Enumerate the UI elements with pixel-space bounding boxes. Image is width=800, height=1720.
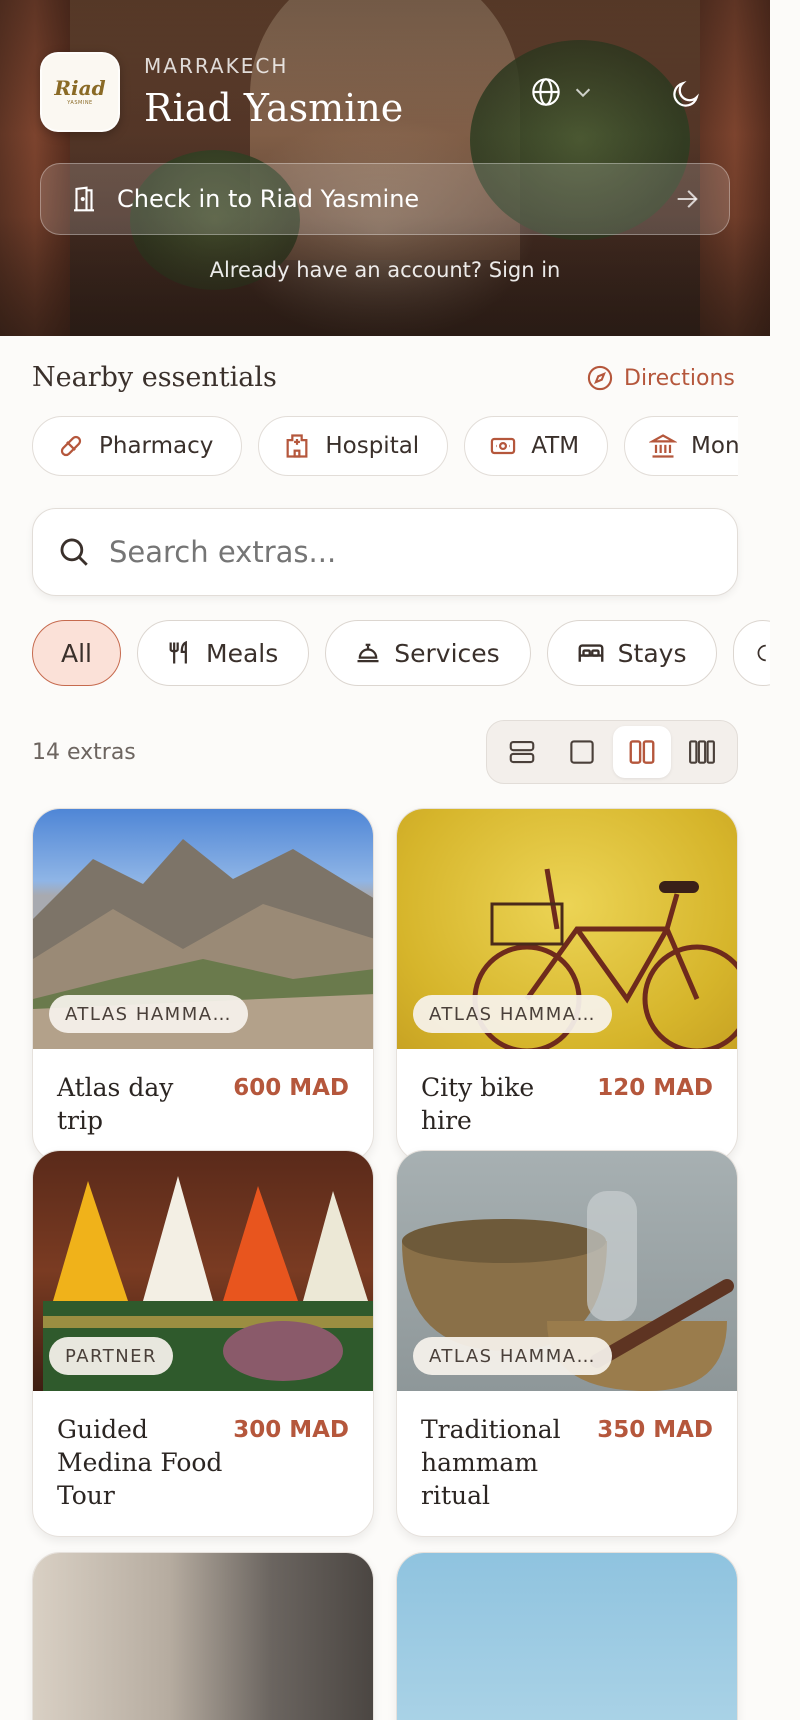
extra-image-bike: ATLAS HAMMA…	[397, 809, 737, 1049]
extra-price: 120 MAD	[597, 1075, 713, 1101]
filter-services[interactable]: Services	[325, 620, 531, 686]
extra-image-sky	[397, 1553, 737, 1720]
extra-price: 600 MAD	[233, 1075, 349, 1101]
filter-label: Services	[394, 638, 500, 668]
nearby-essentials-list: Pharmacy Hospital ATM Mone	[32, 416, 738, 478]
view-three-column-button[interactable]	[673, 726, 731, 778]
filter-meals[interactable]: Meals	[137, 620, 310, 686]
view-two-column-button[interactable]	[613, 726, 671, 778]
essential-chip-hospital[interactable]: Hospital	[258, 416, 449, 476]
single-view-icon	[570, 740, 594, 764]
door-icon	[74, 186, 94, 212]
essential-chip-pharmacy[interactable]: Pharmacy	[32, 416, 243, 476]
extra-image-room	[33, 1553, 373, 1720]
extra-image-mountains: ATLAS HAMMA…	[33, 809, 373, 1049]
essential-label: ATM	[531, 433, 580, 459]
essential-label: Hospital	[325, 433, 420, 459]
extra-card[interactable]: ATLAS HAMMA… Atlas day trip 600 MAD	[32, 808, 374, 1162]
extra-title: Traditional hammam ritual	[421, 1415, 561, 1510]
extra-card[interactable]: ATLAS HAMMA… Traditional hammam ritual 3…	[396, 1150, 738, 1537]
utensils-icon	[169, 640, 187, 664]
pill-icon	[60, 435, 82, 457]
theme-toggle-button[interactable]	[664, 72, 708, 116]
city-label: MARRAKECH	[144, 54, 289, 78]
extra-image-singing-bowl: ATLAS HAMMA…	[397, 1151, 737, 1391]
filter-stays[interactable]: Stays	[546, 620, 718, 686]
three-column-icon	[689, 740, 715, 764]
globe-icon	[532, 78, 560, 106]
extra-card-partial[interactable]	[32, 1552, 374, 1720]
logo-text: Riad	[54, 76, 106, 100]
hotel-name: Riad Yasmine	[144, 86, 404, 130]
essential-chip-atm[interactable]: ATM	[464, 416, 609, 476]
hero-banner: Riad YASMINE MARRAKECH Riad Yasmine Chec…	[0, 0, 770, 336]
extra-badge: ATLAS HAMMA…	[49, 995, 249, 1033]
nearby-essentials-title: Nearby essentials	[32, 362, 277, 393]
view-single-button[interactable]	[553, 726, 611, 778]
filter-label: All	[61, 638, 92, 668]
extra-price: 350 MAD	[597, 1417, 713, 1443]
extras-count: 14 extras	[32, 740, 136, 765]
category-filters: All Meals Services Stays	[32, 620, 770, 688]
arrow-right-icon	[677, 190, 698, 208]
two-column-icon	[629, 740, 655, 764]
hotel-logo[interactable]: Riad YASMINE	[40, 52, 120, 132]
view-list-button[interactable]	[493, 726, 551, 778]
extra-title: City bike hire	[421, 1073, 535, 1135]
search-bar	[32, 508, 738, 596]
view-mode-toggle	[486, 720, 738, 784]
sign-in-link[interactable]: Already have an account? Sign in	[0, 258, 770, 282]
language-selector[interactable]	[530, 72, 610, 112]
essential-label: Pharmacy	[99, 433, 214, 459]
extra-card[interactable]: ATLAS HAMMA… City bike hire 120 MAD	[396, 808, 738, 1162]
chevron-down-icon	[575, 88, 591, 98]
extra-badge: ATLAS HAMMA…	[413, 995, 613, 1033]
check-in-button[interactable]: Check in to Riad Yasmine	[40, 163, 730, 235]
filter-label: Meals	[206, 638, 279, 668]
compass-icon	[587, 365, 613, 391]
banknote-icon	[491, 437, 516, 455]
extra-card-partial[interactable]	[396, 1552, 738, 1720]
filter-more[interactable]	[733, 620, 770, 686]
logo-subtext: YASMINE	[67, 100, 93, 106]
hospital-icon	[286, 434, 308, 458]
partial-category-icon	[758, 644, 767, 662]
concierge-bell-icon	[357, 643, 379, 663]
filter-label: Stays	[617, 638, 687, 668]
filter-all[interactable]: All	[32, 620, 121, 686]
bank-icon	[649, 434, 678, 458]
extra-title: Atlas day trip	[57, 1073, 174, 1135]
list-view-icon	[509, 740, 535, 764]
essential-label: Mone	[691, 433, 738, 459]
extra-title: Guided Medina Food Tour	[57, 1415, 223, 1510]
extra-price: 300 MAD	[233, 1417, 349, 1443]
directions-label: Directions	[624, 365, 735, 391]
moon-icon	[673, 81, 699, 107]
search-icon	[60, 538, 88, 566]
extra-badge: PARTNER	[49, 1337, 174, 1375]
extra-image-spices: PARTNER	[33, 1151, 373, 1391]
extra-card[interactable]: PARTNER Guided Medina Food Tour 300 MAD	[32, 1150, 374, 1537]
essential-chip-money[interactable]: Mone	[624, 416, 738, 476]
directions-link[interactable]: Directions	[586, 364, 735, 392]
search-input[interactable]	[109, 535, 713, 569]
check-in-label: Check in to Riad Yasmine	[117, 185, 420, 213]
bed-icon	[578, 644, 604, 662]
extra-badge: ATLAS HAMMA…	[413, 1337, 613, 1375]
